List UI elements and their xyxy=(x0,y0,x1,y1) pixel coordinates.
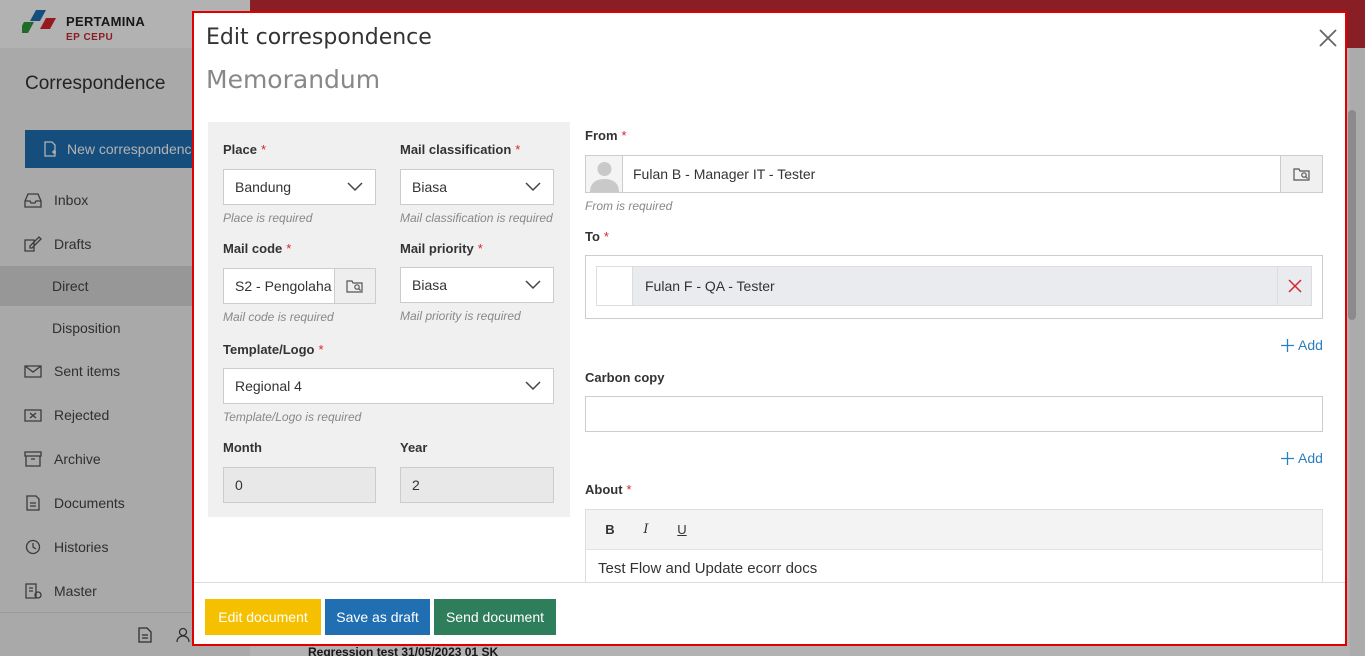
modal-title: Edit correspondence xyxy=(206,25,432,50)
chevron-down-icon xyxy=(525,381,541,391)
modal-subtitle: Memorandum xyxy=(206,65,381,94)
mail-classification-label: Mail classification * xyxy=(400,142,521,157)
mail-priority-hint: Mail priority is required xyxy=(400,309,521,323)
template-label: Template/Logo * xyxy=(223,342,324,357)
from-label: From * xyxy=(585,128,627,143)
mail-priority-select[interactable]: Biasa xyxy=(400,267,554,303)
add-recipient-link[interactable]: Add xyxy=(1281,337,1323,353)
mail-classification-select[interactable]: Biasa xyxy=(400,169,554,205)
add-cc-link[interactable]: Add xyxy=(1281,450,1323,466)
from-field[interactable]: Fulan B - Manager IT - Tester xyxy=(585,155,1323,193)
mail-classification-hint: Mail classification is required xyxy=(400,211,553,225)
plus-icon xyxy=(1281,338,1294,352)
year-label: Year xyxy=(400,440,428,455)
to-field[interactable]: Fulan F - QA - Tester xyxy=(585,255,1323,319)
underline-button[interactable]: U xyxy=(668,516,696,544)
mail-priority-value: Biasa xyxy=(412,277,448,293)
year-input: 2 xyxy=(400,467,554,503)
place-select[interactable]: Bandung xyxy=(223,169,376,205)
send-document-button[interactable]: Send document xyxy=(434,599,556,635)
folder-search-icon xyxy=(1292,168,1310,181)
remove-recipient-button[interactable] xyxy=(1277,267,1311,305)
place-hint: Place is required xyxy=(223,211,313,225)
editor-toolbar: B I U xyxy=(586,510,1322,550)
about-label: About * xyxy=(585,482,632,497)
chevron-down-icon xyxy=(525,280,541,290)
from-picker-button[interactable] xyxy=(1280,156,1322,192)
place-value: Bandung xyxy=(235,179,292,195)
edit-correspondence-modal: Edit correspondence Memorandum Place * Ba… xyxy=(192,11,1347,646)
modal-footer: Edit document Save as draft Send documen… xyxy=(194,582,1345,644)
avatar xyxy=(586,156,623,192)
template-hint: Template/Logo is required xyxy=(223,410,362,424)
carbon-copy-field[interactable] xyxy=(585,396,1323,432)
italic-button[interactable]: I xyxy=(632,516,660,544)
bold-button[interactable]: B xyxy=(596,516,624,544)
mail-priority-label: Mail priority * xyxy=(400,241,483,256)
avatar xyxy=(597,267,633,305)
about-editor[interactable]: B I U Test Flow and Update ecorr docs xyxy=(585,509,1323,589)
to-label: To * xyxy=(585,229,609,244)
place-label: Place * xyxy=(223,142,267,157)
template-value: Regional 4 xyxy=(235,378,302,394)
mail-classification-value: Biasa xyxy=(412,179,448,195)
month-input: 0 xyxy=(223,467,376,503)
chevron-down-icon xyxy=(525,182,541,192)
folder-search-icon xyxy=(346,280,363,293)
mail-code-value: S2 - Pengolaha xyxy=(235,278,332,294)
add-cc-label: Add xyxy=(1298,450,1323,466)
metadata-panel: Place * Bandung Place is required Mail cl… xyxy=(208,122,570,517)
mail-code-hint: Mail code is required xyxy=(223,310,334,324)
edit-document-button[interactable]: Edit document xyxy=(205,599,321,635)
month-value: 0 xyxy=(235,477,243,493)
mail-code-picker-button[interactable] xyxy=(334,268,376,304)
plus-icon xyxy=(1281,451,1294,465)
template-select[interactable]: Regional 4 xyxy=(223,368,554,404)
recipient-chip: Fulan F - QA - Tester xyxy=(596,266,1312,306)
chevron-down-icon xyxy=(347,182,363,192)
year-value: 2 xyxy=(412,477,420,493)
month-label: Month xyxy=(223,440,262,455)
close-icon[interactable] xyxy=(1315,25,1341,51)
carbon-copy-label: Carbon copy xyxy=(585,370,665,385)
user-avatar-icon xyxy=(590,162,619,192)
from-value: Fulan B - Manager IT - Tester xyxy=(633,166,816,182)
mail-code-input[interactable]: S2 - Pengolaha xyxy=(223,268,335,304)
mail-code-label: Mail code * xyxy=(223,241,292,256)
about-text[interactable]: Test Flow and Update ecorr docs xyxy=(598,560,817,577)
save-as-draft-button[interactable]: Save as draft xyxy=(325,599,430,635)
add-recipient-label: Add xyxy=(1298,337,1323,353)
from-hint: From is required xyxy=(585,199,673,213)
recipient-name: Fulan F - QA - Tester xyxy=(645,278,775,294)
close-icon xyxy=(1287,279,1302,293)
